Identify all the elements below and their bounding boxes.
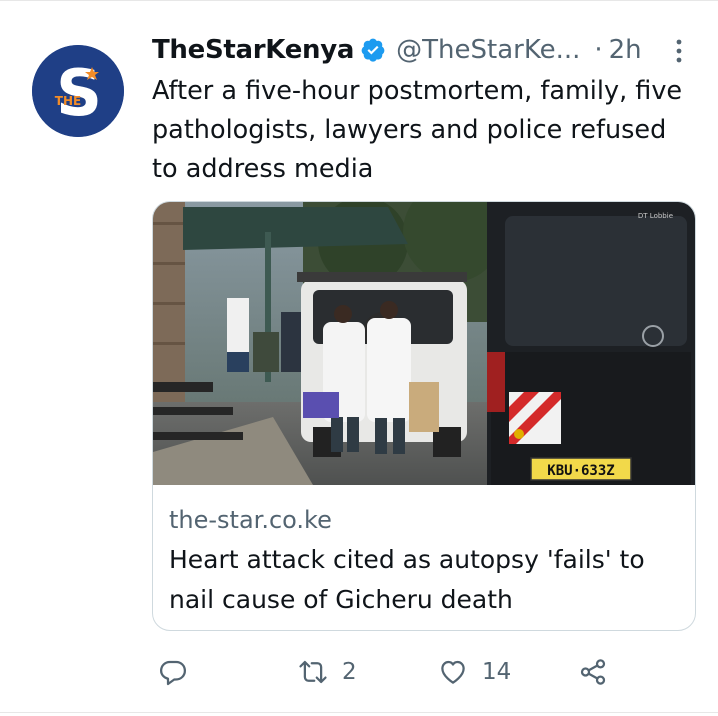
tweet-actions: 2 14 — [152, 650, 692, 694]
like-count: 14 — [482, 659, 512, 685]
share-button[interactable] — [578, 650, 608, 694]
card-title: Heart attack cited as autopsy 'fails' to… — [169, 545, 645, 614]
window-sticker-text: DT Lobbie — [638, 212, 673, 220]
avatar[interactable]: S THE — [32, 45, 124, 137]
author-handle[interactable]: @TheStarKe... — [396, 35, 580, 65]
card-image: KBU·633Z DT Lobbie — [153, 202, 695, 485]
link-preview-card[interactable]: KBU·633Z DT Lobbie the-star.co.ke Heart … — [152, 201, 696, 631]
tweet-header: TheStarKenya @TheStarKe... · 2h — [152, 30, 692, 70]
retweet-icon — [299, 660, 327, 684]
like-icon — [441, 660, 465, 684]
retweet-count: 2 — [342, 659, 357, 685]
the-star-logo: S THE — [32, 45, 124, 137]
card-domain: the-star.co.ke — [169, 506, 332, 534]
more-icon[interactable] — [672, 37, 686, 65]
share-icon — [580, 659, 606, 685]
top-divider — [0, 0, 718, 1]
header-separator: · — [594, 35, 603, 65]
svg-text:THE: THE — [55, 94, 81, 108]
verified-badge-icon — [360, 37, 386, 63]
bottom-divider — [0, 712, 718, 713]
vehicle-plate-text: KBU·633Z — [547, 463, 614, 479]
author-display-name[interactable]: TheStarKenya — [152, 35, 354, 65]
like-button[interactable]: 14 — [438, 650, 511, 694]
reply-button[interactable] — [158, 650, 202, 694]
tweet-timestamp[interactable]: 2h — [609, 35, 642, 65]
retweet-button[interactable]: 2 — [298, 650, 357, 694]
reply-icon — [160, 660, 186, 686]
tweet-text: After a five-hour postmortem, family, fi… — [152, 76, 683, 184]
